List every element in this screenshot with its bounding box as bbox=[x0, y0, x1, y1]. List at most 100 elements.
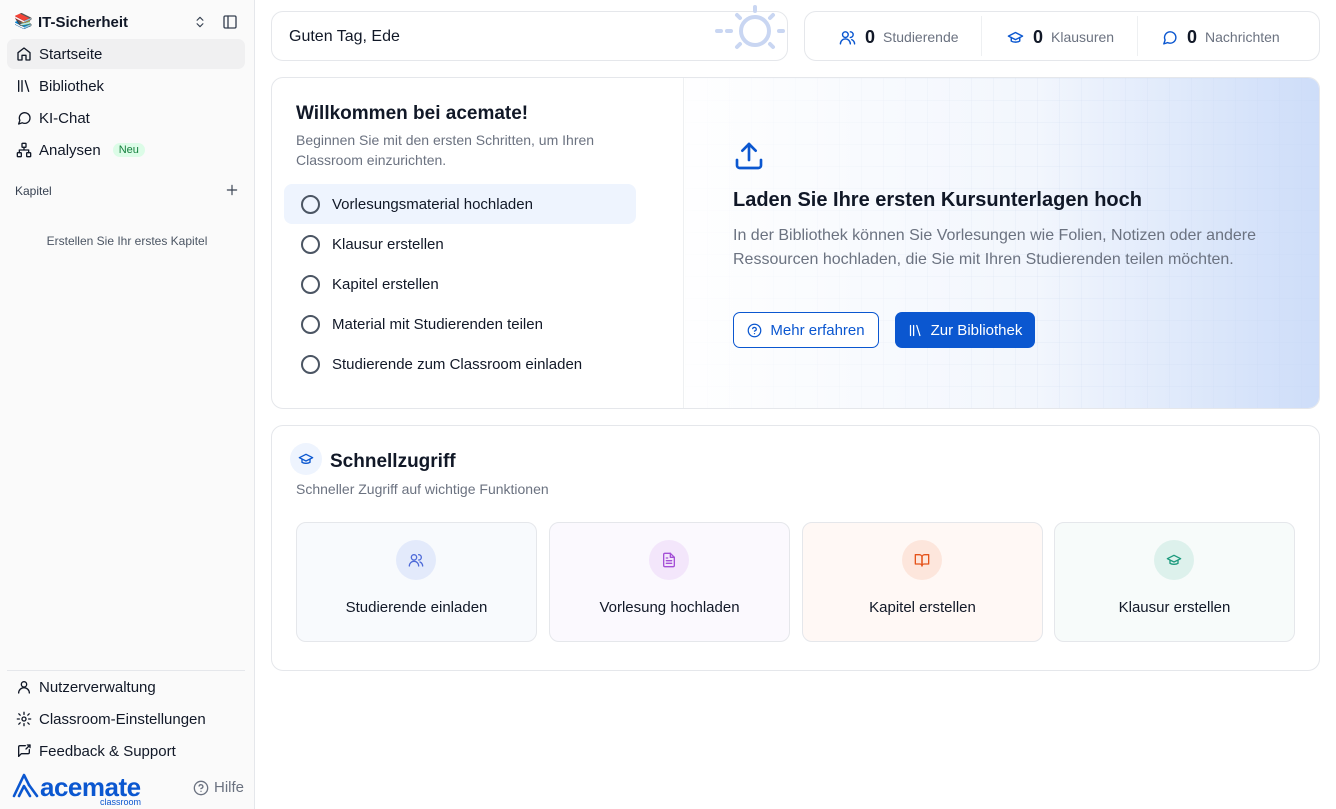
welcome-card: Willkommen bei acemate! Beginnen Sie mit… bbox=[271, 77, 1320, 409]
detail-description: In der Bibliothek können Sie Vorlesungen… bbox=[733, 227, 1256, 268]
step-radio-icon bbox=[301, 354, 320, 374]
workspace-title: IT-Sicherheit bbox=[38, 13, 129, 31]
sidebar-item-label: Bibliothek bbox=[39, 77, 105, 95]
stat-students: 0 Studierende bbox=[839, 12, 959, 62]
analytics-icon bbox=[15, 141, 33, 159]
upload-lecture-tile[interactable]: Vorlesung hochladen bbox=[549, 522, 790, 642]
library-icon bbox=[908, 323, 923, 338]
step-label: Material mit Studierenden teilen bbox=[332, 315, 543, 333]
quick-access-card: Schnellzugriff Schneller Zugriff auf wic… bbox=[271, 425, 1320, 671]
home-icon bbox=[15, 45, 33, 63]
stat-value: 0 bbox=[1187, 26, 1198, 47]
gear-icon bbox=[15, 710, 33, 728]
user-icon bbox=[15, 678, 33, 696]
sidebar-item-label: Classroom-Einstellungen bbox=[39, 710, 206, 728]
help-link[interactable]: Hilfe bbox=[193, 779, 244, 796]
graduation-cap-icon bbox=[290, 443, 322, 475]
new-badge: Neu bbox=[112, 143, 145, 157]
create-chapter-tile[interactable]: Kapitel erstellen bbox=[802, 522, 1043, 642]
sidebar-item-feedback-support[interactable]: Feedback & Support bbox=[7, 736, 245, 766]
quick-access-subtitle: Schneller Zugriff auf wichtige Funktione… bbox=[296, 481, 549, 497]
invite-students-tile[interactable]: Studierende einladen bbox=[296, 522, 537, 642]
step-item[interactable]: Vorlesungsmaterial hochladen bbox=[284, 184, 636, 224]
sidebar-item-ki-chat[interactable]: KI-Chat bbox=[7, 103, 245, 133]
stat-value: 0 bbox=[865, 26, 876, 47]
stats-card: 0 Studierende 0 Klausuren 0 Nachrichten bbox=[804, 11, 1320, 61]
stat-label: Nachrichten bbox=[1205, 29, 1280, 45]
sidebar-item-label: KI-Chat bbox=[39, 109, 90, 127]
greeting-card: Guten Tag, Ede bbox=[271, 11, 788, 61]
welcome-title: Willkommen bei acemate! bbox=[296, 103, 529, 124]
upload-icon bbox=[733, 140, 765, 177]
workspace-switcher[interactable]: 📚 IT-Sicherheit bbox=[14, 10, 244, 34]
learn-more-button[interactable]: Mehr erfahren bbox=[733, 312, 879, 348]
sidebar-item-startseite[interactable]: Startseite bbox=[7, 39, 245, 69]
help-circle-icon bbox=[193, 780, 209, 796]
document-icon bbox=[649, 540, 689, 580]
stat-messages: 0 Nachrichten bbox=[1161, 12, 1280, 62]
sun-icon bbox=[715, 5, 791, 66]
stat-label: Studierende bbox=[883, 29, 959, 45]
sidebar-item-label: Nutzerverwaltung bbox=[39, 678, 156, 696]
step-radio-icon bbox=[301, 274, 320, 294]
sidebar-item-classroom-einstellungen[interactable]: Classroom-Einstellungen bbox=[7, 704, 245, 734]
acemate-logo: acemate classroom bbox=[12, 770, 152, 808]
help-circle-icon bbox=[747, 323, 762, 338]
onboarding-steps-panel: Willkommen bei acemate! Beginnen Sie mit… bbox=[272, 78, 684, 408]
welcome-subtitle: Beginnen Sie mit den ersten Schritten, u… bbox=[296, 132, 595, 168]
step-label: Klausur erstellen bbox=[332, 235, 444, 253]
step-radio-icon bbox=[301, 194, 320, 214]
users-icon bbox=[839, 29, 856, 46]
sidebar-item-analysen[interactable]: Analysen Neu bbox=[7, 135, 245, 165]
step-item[interactable]: Klausur erstellen bbox=[284, 224, 636, 264]
stat-divider bbox=[1137, 16, 1138, 56]
step-detail-panel: Laden Sie Ihre ersten Kursunterlagen hoc… bbox=[685, 78, 1319, 408]
books-emoji-icon: 📚 bbox=[14, 13, 33, 30]
step-label: Kapitel erstellen bbox=[332, 275, 439, 293]
library-icon bbox=[15, 77, 33, 95]
go-to-library-button[interactable]: Zur Bibliothek bbox=[895, 312, 1035, 348]
tile-label: Vorlesung hochladen bbox=[599, 599, 740, 616]
stat-exams: 0 Klausuren bbox=[1007, 12, 1114, 62]
tile-label: Kapitel erstellen bbox=[869, 599, 976, 616]
go-to-library-label: Zur Bibliothek bbox=[930, 321, 1023, 339]
chapters-empty-text: Erstellen Sie Ihr erstes Kapitel bbox=[46, 234, 208, 248]
sidebar: 📚 IT-Sicherheit Startseite Bibliothek KI… bbox=[0, 0, 255, 809]
stat-divider bbox=[981, 16, 982, 56]
message-icon bbox=[1161, 29, 1178, 46]
sidebar-toggle-icon[interactable] bbox=[220, 12, 240, 32]
graduation-cap-icon bbox=[1154, 540, 1194, 580]
step-item[interactable]: Material mit Studierenden teilen bbox=[284, 304, 636, 344]
brand-subtitle: classroom bbox=[100, 797, 142, 807]
step-item[interactable]: Studierende zum Classroom einladen bbox=[284, 344, 636, 384]
chapters-heading: Kapitel bbox=[15, 184, 52, 198]
graduation-cap-icon bbox=[1007, 29, 1024, 46]
chat-icon bbox=[15, 109, 33, 127]
users-icon bbox=[396, 540, 436, 580]
tile-label: Klausur erstellen bbox=[1118, 599, 1231, 616]
stat-label: Klausuren bbox=[1051, 29, 1115, 45]
book-open-icon bbox=[902, 540, 942, 580]
step-item[interactable]: Kapitel erstellen bbox=[284, 264, 636, 304]
sidebar-item-bibliothek[interactable]: Bibliothek bbox=[7, 71, 245, 101]
detail-title: Laden Sie Ihre ersten Kursunterlagen hoc… bbox=[733, 189, 1142, 211]
step-radio-icon bbox=[301, 314, 320, 334]
sidebar-item-label: Feedback & Support bbox=[39, 742, 176, 760]
quick-access-title: Schnellzugriff bbox=[330, 451, 456, 472]
sidebar-item-label: Analysen bbox=[39, 141, 101, 159]
sidebar-item-label: Startseite bbox=[39, 45, 103, 63]
chevron-up-down-icon[interactable] bbox=[190, 12, 210, 32]
feedback-icon bbox=[15, 742, 33, 760]
help-label: Hilfe bbox=[214, 779, 245, 796]
greeting-text: Guten Tag, Ede bbox=[289, 28, 400, 45]
add-chapter-icon[interactable] bbox=[223, 181, 241, 199]
sidebar-divider bbox=[7, 670, 245, 671]
create-exam-tile[interactable]: Klausur erstellen bbox=[1054, 522, 1295, 642]
learn-more-label: Mehr erfahren bbox=[770, 321, 865, 339]
tile-label: Studierende einladen bbox=[345, 599, 488, 616]
step-label: Studierende zum Classroom einladen bbox=[332, 355, 583, 373]
step-radio-icon bbox=[301, 234, 320, 254]
stat-value: 0 bbox=[1033, 26, 1044, 47]
sidebar-item-nutzerverwaltung[interactable]: Nutzerverwaltung bbox=[7, 672, 245, 702]
step-label: Vorlesungsmaterial hochladen bbox=[332, 195, 533, 213]
